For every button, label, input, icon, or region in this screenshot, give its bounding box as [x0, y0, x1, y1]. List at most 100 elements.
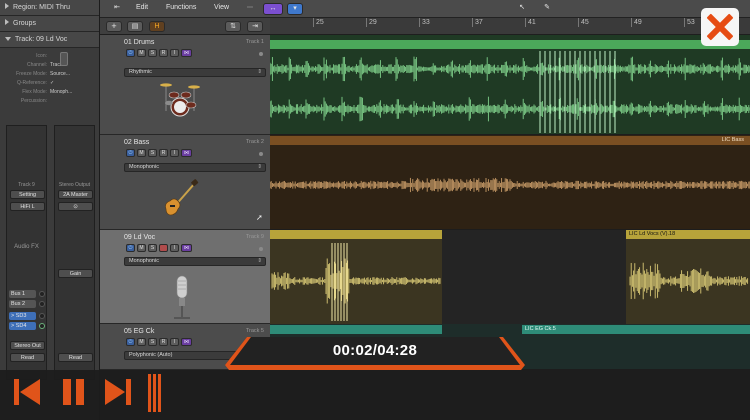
send-sd4[interactable]: > SD4 — [9, 322, 36, 330]
disclosure-triangle-open-icon[interactable] — [5, 37, 11, 41]
input-monitor-button[interactable]: I — [170, 149, 179, 157]
bass-region-label[interactable]: LIC Bass — [270, 136, 750, 145]
param-checkbox[interactable]: ✓ — [50, 80, 54, 86]
solo-button[interactable]: S — [148, 338, 157, 346]
folder-icon[interactable]: ▤ — [127, 21, 143, 32]
track-number: Track 2 — [245, 139, 264, 145]
mute-button[interactable]: M — [137, 49, 146, 57]
preset-dropdown[interactable]: Rhythmic ⇕ — [124, 68, 266, 77]
strip-eq-button[interactable]: HiFi L — [10, 202, 45, 211]
scrubber-handle[interactable] — [148, 374, 163, 412]
catch-icon[interactable]: ⇤ — [110, 3, 124, 15]
drums-waveform[interactable] — [270, 49, 750, 135]
track-name[interactable]: 01 Drums — [124, 39, 154, 46]
pointer-tool-icon[interactable]: ↖ — [515, 3, 529, 15]
power-icon[interactable]: ⏻ — [126, 244, 135, 252]
gain-button[interactable]: Gain — [58, 269, 93, 278]
automation-mode-button[interactable]: Read — [10, 353, 45, 362]
vocal-waveform[interactable] — [270, 239, 750, 324]
solo-button[interactable]: S — [148, 49, 157, 57]
record-enable-button[interactable]: R — [159, 149, 168, 157]
group-link-icon[interactable]: ⋈ — [181, 49, 192, 57]
eg-region-b-label[interactable]: LIC EG Ck.5 — [522, 325, 750, 334]
track-zoom-icon[interactable]: ⇅ — [225, 21, 241, 32]
mute-button[interactable]: M — [137, 244, 146, 252]
pause-button[interactable] — [60, 377, 88, 407]
track-name[interactable]: 02 Bass — [124, 139, 149, 146]
bass-waveform[interactable] — [270, 145, 750, 230]
preset-dropdown[interactable]: Monophonic ⇕ — [124, 257, 266, 266]
input-monitor-button[interactable]: I — [170, 49, 179, 57]
send-knob[interactable] — [39, 301, 45, 307]
tools-icon[interactable]: ⋯ — [243, 3, 257, 15]
preset-dropdown[interactable]: Monophonic ⇕ — [124, 163, 266, 172]
pencil-tool-icon[interactable]: ✎ — [540, 3, 554, 15]
output-button[interactable]: Stereo Out — [10, 341, 45, 350]
link-icon[interactable]: ↔ — [263, 3, 283, 15]
edit-menu[interactable]: Edit — [130, 3, 154, 15]
power-icon[interactable]: ⏻ — [126, 149, 135, 157]
close-video-button[interactable] — [701, 8, 739, 46]
solo-button[interactable]: S — [148, 244, 157, 252]
track-list-header: + ▤ H ⇅ ⇥ — [100, 18, 270, 35]
timeline-ruler[interactable]: 25 29 33 37 41 45 49 53 — [270, 18, 750, 35]
view-menu[interactable]: View — [208, 3, 235, 15]
group-link-icon[interactable]: ⋈ — [181, 149, 192, 157]
send-knob[interactable] — [39, 291, 45, 297]
send-knob[interactable] — [39, 323, 45, 329]
track-header-lead-vocal[interactable]: 09 Ld Voc Track 9 ⏻ M S I ⋈ Monophonic ⇕ — [100, 230, 270, 324]
mouse-cursor-icon: ➚ — [256, 213, 263, 222]
functions-menu[interactable]: Functions — [160, 3, 202, 15]
lane-drums — [270, 35, 750, 135]
eg-region-a-header[interactable] — [270, 325, 442, 334]
strip-eq-button[interactable]: ⊙ — [58, 202, 93, 211]
record-enable-button[interactable]: R — [159, 338, 168, 346]
power-icon[interactable]: ⏻ — [126, 49, 135, 57]
param-value[interactable]: Monoph... — [50, 89, 72, 95]
track-dot — [259, 247, 263, 251]
vocal-region-a-header[interactable] — [270, 230, 442, 239]
drums-region-header[interactable] — [270, 40, 750, 49]
mute-button[interactable]: M — [137, 149, 146, 157]
skip-forward-button[interactable] — [103, 377, 133, 407]
record-enable-button[interactable]: R — [159, 49, 168, 57]
disclosure-triangle-icon[interactable] — [5, 19, 9, 25]
solo-button[interactable]: S — [148, 149, 157, 157]
region-inspector-header[interactable]: Region: MIDI Thru — [0, 0, 99, 16]
strip-setting-button[interactable]: Setting — [10, 190, 45, 199]
send-bus-1[interactable]: Bus 1 — [9, 290, 36, 298]
vocal-region-b-label[interactable]: LIC Ld Vocs (V).18 — [626, 230, 750, 239]
input-monitor-button[interactable]: I — [170, 338, 179, 346]
track-icon-thumbnail[interactable] — [60, 52, 68, 66]
disclosure-triangle-icon[interactable] — [5, 3, 9, 9]
track-header-drums[interactable]: 01 Drums Track 1 ⏻ M S R I ⋈ Rhythmic ⇕ — [100, 35, 270, 135]
send-knob[interactable] — [39, 313, 45, 319]
power-icon[interactable]: ⏻ — [126, 338, 135, 346]
track-header-bass[interactable]: 02 Bass Track 2 ⏻ M S R I ⋈ Monophonic ⇕ ➚ — [100, 135, 270, 230]
mute-button[interactable]: M — [137, 338, 146, 346]
automation-mode-button[interactable]: Read — [58, 353, 93, 362]
strip-setting-button[interactable]: 2A Master — [58, 190, 93, 199]
record-enable-button[interactable] — [159, 244, 168, 252]
send-bus-2[interactable]: Bus 2 — [9, 300, 36, 308]
groups-header[interactable]: Groups — [0, 16, 99, 32]
param-value[interactable]: Source... — [50, 71, 70, 77]
hide-button[interactable]: H — [149, 21, 165, 32]
collapse-icon[interactable]: ⇥ — [247, 21, 263, 32]
add-track-button[interactable]: + — [106, 21, 122, 32]
track-inspector-header[interactable]: Track: 09 Ld Voc — [0, 32, 99, 48]
track-name[interactable]: 09 Ld Voc — [124, 234, 155, 241]
skip-back-button[interactable] — [12, 377, 42, 407]
logic-window: Region: MIDI Thru Groups Track: 09 Ld Vo… — [0, 0, 750, 420]
input-monitor-button[interactable]: I — [170, 244, 179, 252]
snap-icon[interactable]: ▾ — [287, 3, 303, 15]
track-name[interactable]: 05 EG Ck — [124, 328, 154, 335]
drum-kit-icon — [160, 83, 200, 117]
send-sd3[interactable]: > SD3 — [9, 312, 36, 320]
groups-label: Groups — [13, 20, 36, 27]
track-controls: ⏻ M S R I ⋈ — [126, 338, 194, 347]
bar-marker: 49 — [631, 18, 642, 27]
progress-bar[interactable] — [168, 384, 743, 387]
group-link-icon[interactable]: ⋈ — [181, 244, 192, 252]
group-link-icon[interactable]: ⋈ — [181, 338, 192, 346]
